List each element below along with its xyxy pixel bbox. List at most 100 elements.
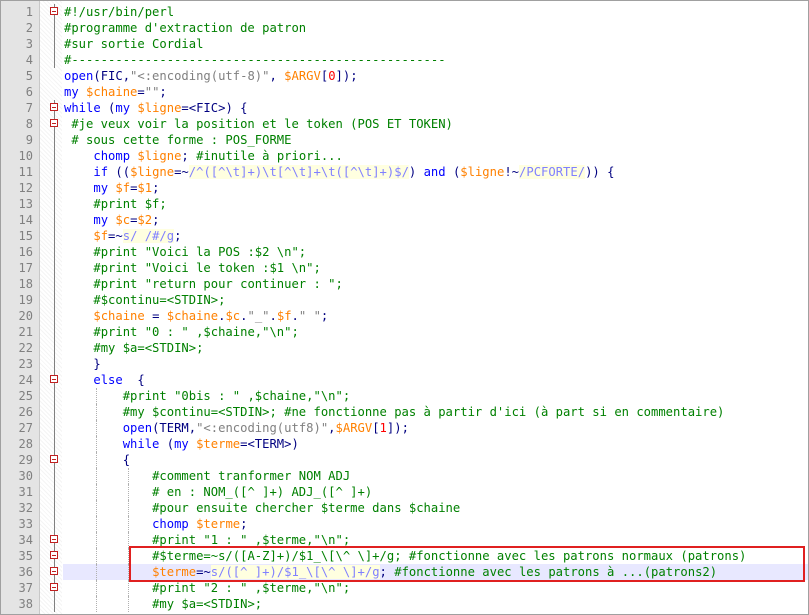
fold-minus-icon[interactable]: [50, 455, 58, 463]
code-text[interactable]: #print "1 : " ,$terme,"\n";: [64, 532, 350, 548]
fold-toggle-icon[interactable]: [50, 4, 62, 20]
fold-minus-icon[interactable]: [50, 583, 58, 591]
code-text[interactable]: while (my $ligne=<FIC>) {: [64, 100, 247, 116]
code-line[interactable]: 12 my $f=$1;: [1, 180, 808, 196]
fold-line-icon: [50, 500, 62, 516]
code-line[interactable]: 25 #print "0bis : " ,$chaine,"\n";: [1, 388, 808, 404]
code-text[interactable]: open(TERM,"<:encoding(utf8)",$ARGV[1]);: [64, 420, 409, 436]
code-text[interactable]: $terme=~s/([^ ]+)/$1_\[\^ \]+/g; #foncti…: [64, 564, 717, 580]
fold-toggle-icon[interactable]: [50, 532, 62, 548]
code-text[interactable]: #print "Voici le token :$1 \n";: [64, 260, 320, 276]
code-text[interactable]: #print "2 : " ,$terme,"\n";: [64, 580, 350, 596]
fold-minus-icon[interactable]: [50, 103, 58, 111]
code-line[interactable]: 1 #!/usr/bin/perl: [1, 4, 808, 20]
code-text[interactable]: # sous cette forme : POS_FORME: [64, 132, 291, 148]
code-line[interactable]: 27 open(TERM,"<:encoding(utf8)",$ARGV[1]…: [1, 420, 808, 436]
fold-toggle-icon[interactable]: [50, 564, 62, 580]
code-text[interactable]: #!/usr/bin/perl: [64, 4, 174, 20]
code-line[interactable]: 10 chomp $ligne; #inutile à priori...: [1, 148, 808, 164]
code-line[interactable]: 32 #pour ensuite chercher $terme dans $c…: [1, 500, 808, 516]
code-text[interactable]: if (($ligne=~/^([^\t]+)\t[^\t]+\t([^\t]+…: [64, 164, 614, 180]
code-text[interactable]: chomp $ligne; #inutile à priori...: [64, 148, 343, 164]
code-text[interactable]: $f=~s/ /#/g;: [64, 228, 181, 244]
code-text[interactable]: while (my $terme=<TERM>): [64, 436, 299, 452]
code-text[interactable]: my $chaine="";: [64, 84, 167, 100]
code-line[interactable]: 7 while (my $ligne=<FIC>) {: [1, 100, 808, 116]
code-line[interactable]: 20 $chaine = $chaine.$c."_".$f." ";: [1, 308, 808, 324]
line-number: 21: [18, 325, 33, 339]
code-line[interactable]: 6 my $chaine="";: [1, 84, 808, 100]
code-line[interactable]: 34 #print "1 : " ,$terme,"\n";: [1, 532, 808, 548]
code-token: my: [115, 101, 138, 115]
code-line[interactable]: 26 #my $continu=<STDIN>; #ne fonctionne …: [1, 404, 808, 420]
code-text[interactable]: #print $f;: [64, 196, 166, 212]
code-text[interactable]: #my $a=<STDIN>;: [64, 596, 262, 612]
code-text[interactable]: $chaine = $chaine.$c."_".$f." ";: [64, 308, 328, 324]
code-line[interactable]: 5 open(FIC,"<:encoding(utf-8)", $ARGV[0])…: [1, 68, 808, 84]
code-text[interactable]: #---------------------------------------…: [64, 52, 446, 68]
code-line[interactable]: 8 #je veux voir la position et le token …: [1, 116, 808, 132]
code-editor[interactable]: 1 #!/usr/bin/perl 2 #programme d'extraction…: [0, 0, 809, 615]
code-line[interactable]: 3 #sur sortie Cordial: [1, 36, 808, 52]
code-line[interactable]: 11 if (($ligne=~/^([^\t]+)\t[^\t]+\t([^\…: [1, 164, 808, 180]
fold-minus-icon[interactable]: [50, 7, 58, 15]
code-line[interactable]: 18 #print "return pour continuer : ";: [1, 276, 808, 292]
code-text[interactable]: chomp $terme;: [64, 516, 247, 532]
fold-toggle-icon[interactable]: [50, 452, 62, 468]
code-line[interactable]: 35 #$terme=~s/([A-Z]+)/$1_\[\^ \]+/g; #f…: [1, 548, 808, 564]
code-text[interactable]: open(FIC,"<:encoding(utf-8)", $ARGV[0]);: [64, 68, 358, 84]
code-line[interactable]: 37 #print "2 : " ,$terme,"\n";: [1, 580, 808, 596]
code-text[interactable]: }: [64, 356, 100, 372]
code-text[interactable]: #sur sortie Cordial: [64, 36, 203, 52]
fold-minus-icon[interactable]: [50, 119, 58, 127]
code-line[interactable]: 4 #--------------------------------------…: [1, 52, 808, 68]
code-line[interactable]: 38 #my $a=<STDIN>;: [1, 596, 808, 612]
code-text[interactable]: #my $continu=<STDIN>; #ne fonctionne pas…: [64, 404, 725, 420]
code-line[interactable]: 29 {: [1, 452, 808, 468]
code-text[interactable]: {: [64, 452, 130, 468]
code-line[interactable]: 21 #print "0 : " ,$chaine,"\n";: [1, 324, 808, 340]
code-line[interactable]: 22 #my $a=<STDIN>;: [1, 340, 808, 356]
code-line[interactable]: 19 #$continu=<STDIN>;: [1, 292, 808, 308]
code-text[interactable]: #my $a=<STDIN>;: [64, 340, 203, 356]
fold-toggle-icon[interactable]: [50, 116, 62, 132]
code-line[interactable]: 2 #programme d'extraction de patron: [1, 20, 808, 36]
code-line[interactable]: 30 #comment tranformer NOM ADJ: [1, 468, 808, 484]
code-text[interactable]: #print "0 : " ,$chaine,"\n";: [64, 324, 298, 340]
code-text[interactable]: #print "Voici la POS :$2 \n";: [64, 244, 306, 260]
fold-minus-icon[interactable]: [50, 551, 58, 559]
fold-toggle-icon[interactable]: [50, 372, 62, 388]
code-line[interactable]: 15 $f=~s/ /#/g;: [1, 228, 808, 244]
code-line[interactable]: 33 chomp $terme;: [1, 516, 808, 532]
code-text[interactable]: #$continu=<STDIN>;: [64, 292, 225, 308]
code-line[interactable]: 17 #print "Voici le token :$1 \n";: [1, 260, 808, 276]
fold-minus-icon[interactable]: [50, 535, 58, 543]
fold-toggle-icon[interactable]: [50, 100, 62, 116]
fold-minus-icon[interactable]: [50, 567, 58, 575]
code-text[interactable]: else {: [64, 372, 144, 388]
fold-minus-icon[interactable]: [50, 375, 58, 383]
code-line[interactable]: 24 else {: [1, 372, 808, 388]
code-text[interactable]: #programme d'extraction de patron: [64, 20, 306, 36]
code-text[interactable]: #print "0bis : " ,$chaine,"\n";: [64, 388, 350, 404]
code-line[interactable]: 36 $terme=~s/([^ ]+)/$1_\[\^ \]+/g; #fon…: [1, 564, 808, 580]
code-line[interactable]: 28 while (my $terme=<TERM>): [1, 436, 808, 452]
code-text[interactable]: #$terme=~s/([A-Z]+)/$1_\[\^ \]+/g; #fonc…: [64, 548, 746, 564]
code-line[interactable]: 23 }: [1, 356, 808, 372]
fold-toggle-icon[interactable]: [50, 548, 62, 564]
code-text[interactable]: #je veux voir la position et le token (P…: [64, 116, 453, 132]
code-text[interactable]: my $f=$1;: [64, 180, 159, 196]
code-line[interactable]: 14 my $c=$2;: [1, 212, 808, 228]
code-line[interactable]: 31 # en : NOM_([^ ]+) ADJ_([^ ]+): [1, 484, 808, 500]
code-line[interactable]: 16 #print "Voici la POS :$2 \n";: [1, 244, 808, 260]
code-text[interactable]: # en : NOM_([^ ]+) ADJ_([^ ]+): [64, 484, 372, 500]
fold-toggle-icon[interactable]: [50, 580, 62, 596]
code-text[interactable]: my $c=$2;: [64, 212, 159, 228]
code-token: #print "2 : " ,$terme,"\n";: [152, 581, 351, 595]
code-text[interactable]: #print "return pour continuer : ";: [64, 276, 342, 292]
code-line[interactable]: 9 # sous cette forme : POS_FORME: [1, 132, 808, 148]
code-text[interactable]: #comment tranformer NOM ADJ: [64, 468, 350, 484]
code-line[interactable]: 13 #print $f;: [1, 196, 808, 212]
code-text[interactable]: #pour ensuite chercher $terme dans $chai…: [64, 500, 460, 516]
